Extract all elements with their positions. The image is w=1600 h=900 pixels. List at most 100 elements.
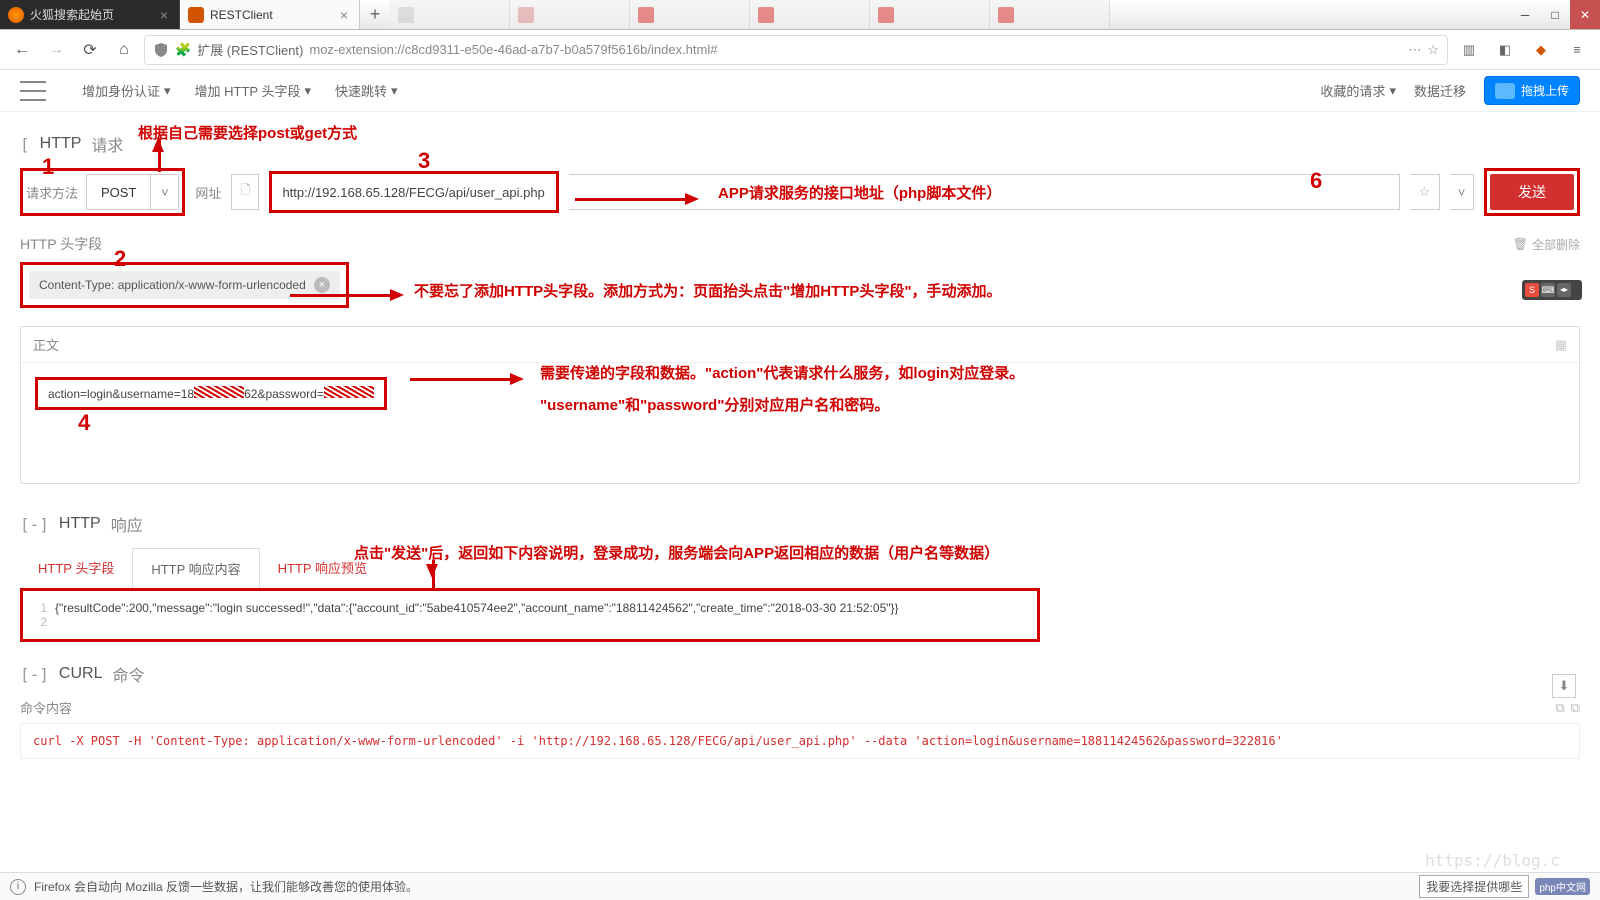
tab-icon xyxy=(398,7,414,23)
restclient-icon xyxy=(188,7,204,23)
status-choice-button[interactable]: 我要选择提供哪些 xyxy=(1419,875,1529,898)
tab-icon xyxy=(518,7,534,23)
info-icon: i xyxy=(10,879,26,895)
favorite-icon[interactable]: ☆ xyxy=(1410,174,1440,210)
chevron-down-icon: ▾ xyxy=(1389,83,1396,99)
header-chip[interactable]: Content-Type: application/x-www-form-url… xyxy=(29,271,340,299)
redacted xyxy=(324,386,374,398)
body-textarea[interactable]: action=login&username=1862&password= xyxy=(21,363,1579,483)
tab-icon xyxy=(758,7,774,23)
history-dropdown[interactable]: ˅ xyxy=(1450,174,1474,210)
request-row: 请求方法 POST ˅ 网址 🗋 http://192.168.65.128/F… xyxy=(20,168,1580,216)
copy-icon[interactable]: ⧉ xyxy=(1555,700,1564,716)
app-menubar: 增加身份认证▾ 增加 HTTP 头字段▾ 快速跳转▾ 收藏的请求▾ 数据迁移 拖… xyxy=(0,70,1600,112)
section-subtitle: 请求 xyxy=(91,132,123,156)
maximize-button[interactable]: □ xyxy=(1540,0,1570,29)
line-numbers: 12 xyxy=(35,601,47,629)
section-title: HTTP xyxy=(59,515,101,533)
url-bar[interactable]: 🧩 扩展 (RESTClient) moz-extension://c8cd93… xyxy=(144,35,1448,65)
url-input[interactable]: http://192.168.65.128/FECG/api/user_api.… xyxy=(272,174,556,210)
browser-tab[interactable] xyxy=(750,0,870,29)
section-subtitle: 命令 xyxy=(112,662,144,686)
close-icon[interactable]: × xyxy=(157,8,171,22)
menu-favorites[interactable]: 收藏的请求▾ xyxy=(1320,81,1396,100)
collapse-toggle[interactable]: [-] xyxy=(20,665,49,684)
new-tab-button[interactable]: + xyxy=(360,0,390,29)
reload-button[interactable]: ⟳ xyxy=(76,36,104,64)
drag-upload-button[interactable]: 拖拽上传 xyxy=(1484,76,1580,105)
watermark: https://blog.c xyxy=(1425,851,1560,870)
response-tabs: HTTP 头字段 HTTP 响应内容 HTTP 响应预览 xyxy=(20,548,1580,588)
send-button[interactable]: 发送 xyxy=(1490,174,1574,210)
shield-icon xyxy=(153,42,169,58)
download-icon[interactable]: ⬇ xyxy=(1552,674,1576,698)
method-select[interactable]: POST ˅ xyxy=(86,174,179,210)
body-section: 正文 ▦ action=login&username=1862&password… xyxy=(20,326,1580,484)
section-title: HTTP xyxy=(40,135,82,153)
tab-icon xyxy=(998,7,1014,23)
tab-label: 火狐搜索起始页 xyxy=(30,6,151,23)
method-value: POST xyxy=(87,185,150,200)
url-source: 扩展 (RESTClient) xyxy=(197,40,303,59)
menu-migrate[interactable]: 数据迁移 xyxy=(1414,81,1466,100)
status-bar: i Firefox 会自动向 Mozilla 反馈一些数据，让我们能够改善您的使… xyxy=(0,872,1600,900)
extension-puzzle-icon: 🧩 xyxy=(175,42,191,58)
copy-icon[interactable]: ⧉ xyxy=(1571,700,1580,716)
minimize-button[interactable]: ─ xyxy=(1510,0,1540,29)
close-window-button[interactable]: ✕ xyxy=(1570,0,1600,29)
library-icon[interactable]: ▥ xyxy=(1454,35,1484,65)
back-button[interactable]: ← xyxy=(8,36,36,64)
grid-icon[interactable]: ▦ xyxy=(1555,337,1567,353)
forward-button[interactable]: → xyxy=(42,36,70,64)
method-label: 请求方法 xyxy=(26,183,78,202)
chevron-down-icon: ˅ xyxy=(150,175,178,209)
sidebar-icon[interactable]: ◧ xyxy=(1490,35,1520,65)
cloud-icon xyxy=(1495,83,1515,99)
headers-title: HTTP 头字段 xyxy=(20,234,102,254)
tab-headers[interactable]: HTTP 头字段 xyxy=(20,548,132,588)
collapse-toggle[interactable]: [-] xyxy=(20,515,49,534)
browser-tab[interactable] xyxy=(870,0,990,29)
tab-icon xyxy=(878,7,894,23)
close-icon[interactable]: × xyxy=(337,8,351,22)
tab-body[interactable]: HTTP 响应内容 xyxy=(132,548,259,588)
section-subtitle: 响应 xyxy=(111,512,143,536)
browser-navbar: ← → ⟳ ⌂ 🧩 扩展 (RESTClient) moz-extension:… xyxy=(0,30,1600,70)
menu-headers[interactable]: 增加 HTTP 头字段▾ xyxy=(195,81,311,100)
collapse-toggle[interactable]: [ xyxy=(20,135,30,154)
browser-tab[interactable] xyxy=(510,0,630,29)
tab-preview[interactable]: HTTP 响应预览 xyxy=(260,548,385,588)
response-content: 12 {"resultCode":200,"message":"login su… xyxy=(23,591,1037,639)
more-icon[interactable]: ⋯ xyxy=(1408,42,1421,58)
response-text[interactable]: {"resultCode":200,"message":"login succe… xyxy=(55,601,899,615)
addon-icon[interactable]: ◆ xyxy=(1526,35,1556,65)
hamburger-icon[interactable] xyxy=(20,81,46,101)
chevron-down-icon: ▾ xyxy=(304,83,311,99)
browser-tab-firefox-start[interactable]: 火狐搜索起始页 × xyxy=(0,0,180,29)
redacted xyxy=(194,386,244,398)
window-buttons: ─ □ ✕ xyxy=(1510,0,1600,29)
browser-tab[interactable] xyxy=(630,0,750,29)
menu-icon[interactable]: ≡ xyxy=(1562,35,1592,65)
body-title: 正文 xyxy=(33,335,59,354)
firefox-icon xyxy=(8,7,24,23)
tab-icon xyxy=(638,7,654,23)
remove-chip-icon[interactable]: × xyxy=(314,277,330,293)
menu-auth[interactable]: 增加身份认证▾ xyxy=(82,81,171,100)
page-root: 增加身份认证▾ 增加 HTTP 头字段▾ 快速跳转▾ 收藏的请求▾ 数据迁移 拖… xyxy=(0,70,1600,769)
url-label: 网址 xyxy=(195,183,221,202)
ime-indicator: S⌨◂▸ xyxy=(1522,280,1582,300)
home-button[interactable]: ⌂ xyxy=(110,36,138,64)
header-chip-text: Content-Type: application/x-www-form-url… xyxy=(39,278,306,292)
browser-tab[interactable] xyxy=(990,0,1110,29)
chevron-down-icon: ▾ xyxy=(164,83,171,99)
browser-tab[interactable] xyxy=(390,0,510,29)
url-text: moz-extension://c8cd9311-e50e-46ad-a7b7-… xyxy=(309,42,1402,57)
menu-quickjump[interactable]: 快速跳转▾ xyxy=(335,81,398,100)
clear-all-button[interactable]: 🗑全部删除 xyxy=(1513,236,1580,253)
curl-content[interactable]: curl -X POST -H 'Content-Type: applicati… xyxy=(20,723,1580,759)
bookmark-star-icon[interactable]: ☆ xyxy=(1427,42,1439,58)
http-request-header: [ HTTP 请求 xyxy=(20,132,1580,156)
curl-header: [-] CURL 命令 xyxy=(20,662,1580,686)
browser-tab-restclient[interactable]: RESTClient × xyxy=(180,0,360,29)
